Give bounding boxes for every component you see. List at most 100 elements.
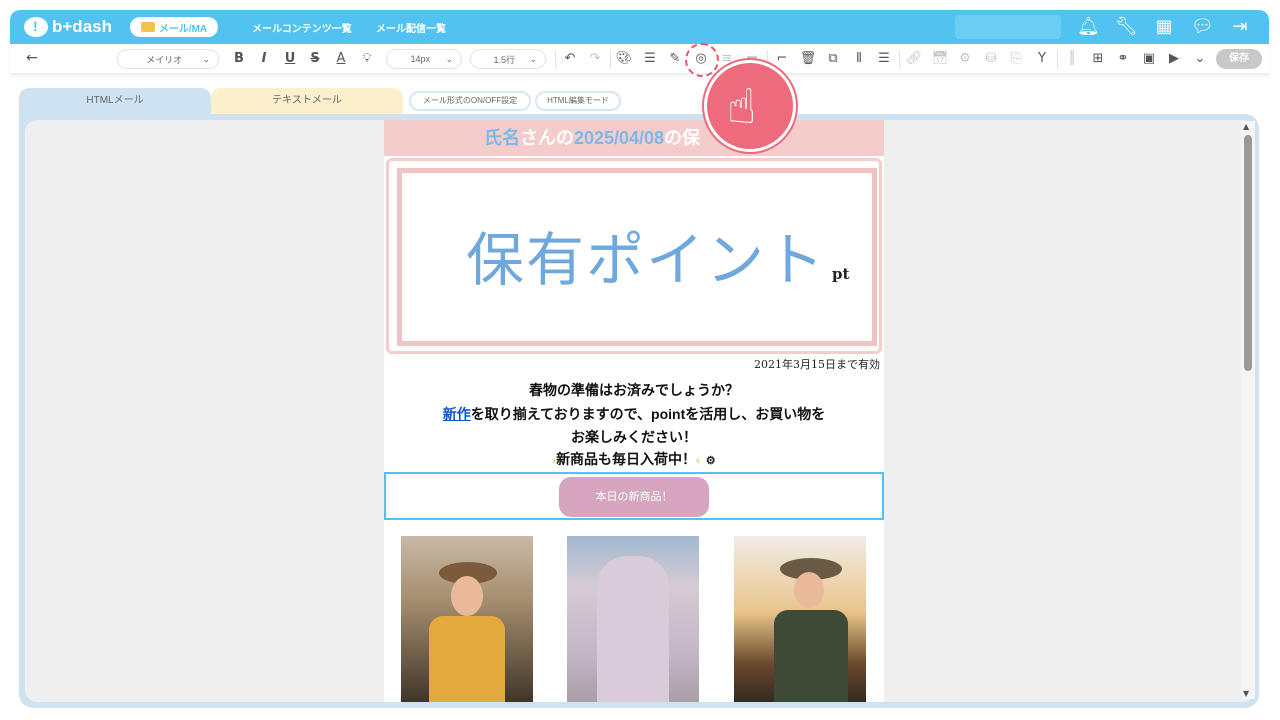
copy-icon[interactable]: ⧉ [824, 50, 842, 68]
mail-ma-menu[interactable]: メール/MA [130, 17, 218, 37]
point-box[interactable]: 保有ポイント pt [386, 158, 882, 354]
message-line-1: 春物の準備はお済みでしょうか？ [529, 382, 739, 398]
rows-icon[interactable]: ☰ [875, 50, 893, 68]
toolbar-divider [1057, 50, 1058, 68]
toolbar-divider [899, 50, 900, 68]
pointer-hand-icon: ☝ [704, 60, 796, 152]
strikethrough-icon[interactable]: S [306, 50, 324, 68]
click-highlight-ring [685, 43, 719, 77]
top-header: b+dash メール/MA メールコンテンツ一覧 メール配信一覧 🔔︎ 🔧︎ ▦… [10, 10, 1269, 44]
contact-icon[interactable]: ▣ [1140, 50, 1158, 68]
bold-icon[interactable]: B [230, 50, 248, 68]
message-line-4-text: 新商品も毎日入荷中！ [556, 451, 697, 467]
toolbar-divider [610, 50, 611, 68]
font-family-select[interactable]: メイリオ ⌄ [117, 49, 219, 69]
point-unit: pt [832, 265, 850, 283]
product-image-1[interactable] [401, 536, 533, 702]
tab-text-mail[interactable]: テキストメール [211, 88, 403, 114]
save-button[interactable]: 保存 [1216, 49, 1262, 69]
text-color-icon[interactable]: A [332, 50, 350, 68]
valid-until-text: 2021年3月15日まで有効 [754, 358, 880, 371]
scroll-thumb[interactable] [1244, 135, 1252, 371]
link-icon[interactable]: 🔗︎ [905, 50, 923, 68]
line-height-value: 1.5行 [493, 54, 515, 65]
header-mid: さんの [519, 128, 574, 148]
product-image-2[interactable] [567, 536, 699, 702]
logo-bubble-icon [24, 17, 48, 37]
email-header-banner[interactable]: 氏名さんの2025/04/08の保ポイ [384, 120, 884, 156]
face-shape [451, 576, 483, 616]
email-preview[interactable]: 氏名さんの2025/04/08の保ポイ 保有ポイント pt 2021年3月15日… [384, 120, 884, 702]
gear-icon[interactable]: ⚙ [706, 455, 716, 467]
chevron-down-icon: ⌄ [445, 53, 453, 64]
message-line-2-text: を取り揃えておりますので、pointを活用し、お買い物を [470, 406, 826, 422]
chain-icon[interactable]: ⚭ [1114, 50, 1132, 68]
selected-button-block[interactable]: 本日の新商品！ [384, 472, 884, 520]
logout-icon[interactable]: ⇥ [1229, 16, 1251, 38]
new-items-link[interactable]: 新作 [443, 406, 471, 422]
editor-toolbar: ← メイリオ ⌄ B I U S A 💡︎ 14px ⌄ 1.5行 ⌄ ↶ ↷ … [10, 44, 1269, 74]
more-chevron-icon[interactable]: ⌄ [1191, 50, 1209, 68]
barcode-icon[interactable]: ║ [1063, 50, 1081, 68]
chevron-down-icon: ⌄ [529, 53, 537, 64]
message-line-3: お楽しみください！ [571, 429, 697, 445]
message-line-4[interactable]: ›新商品も毎日入荷中！‹ ⚙ [384, 449, 884, 469]
line-height-select[interactable]: 1.5行 ⌄ [470, 49, 546, 69]
mail-icon [140, 22, 155, 32]
italic-icon[interactable]: I [255, 50, 273, 68]
settings-cog-icon[interactable]: ⚙ [956, 50, 974, 68]
mail-format-onoff-button[interactable]: メール形式のON/OFF設定 [409, 91, 531, 111]
font-size-select[interactable]: 14px ⌄ [386, 49, 462, 69]
face-shape [794, 572, 824, 608]
add-doc-icon[interactable]: ⎘ [1007, 50, 1025, 68]
database-icon[interactable]: ⛁ [982, 50, 1000, 68]
toolbar-divider [555, 50, 556, 68]
bell-icon[interactable]: 🔔︎ [1077, 16, 1100, 38]
undo-icon[interactable]: ↶ [561, 50, 579, 68]
header-actions: 🔔︎ 🔧︎ ▦ 💬︎ ⇥ [1077, 16, 1251, 38]
scroll-down-icon[interactable]: ▼ [1243, 689, 1249, 698]
html-edit-mode-button[interactable]: HTML編集モード [535, 91, 621, 111]
header-name: 氏名 [483, 128, 520, 148]
point-title: 保有ポイント [466, 226, 827, 294]
logo-text: b+dash [52, 17, 112, 36]
columns-icon[interactable]: ⦀ [850, 50, 868, 68]
video-icon[interactable]: ▶ [1165, 50, 1183, 68]
message-line-2: 新作を取り揃えておりますので、pointを活用し、お買い物を [384, 404, 884, 424]
scroll-up-icon[interactable]: ▲ [1243, 122, 1249, 131]
help-bubble-icon[interactable]: 💬︎ [1191, 16, 1214, 38]
font-size-value: 14px [410, 54, 430, 64]
font-family-value: メイリオ [146, 54, 183, 65]
product-image-3[interactable] [734, 536, 866, 702]
account-info [955, 15, 1061, 39]
nav-mail-contents[interactable]: メールコンテンツ一覧 [252, 20, 352, 35]
tab-html-mail[interactable]: HTMLメール [19, 88, 211, 114]
grid-icon[interactable]: ▦ [1153, 16, 1175, 38]
crop-icon[interactable]: ⌐ [773, 50, 791, 68]
nav-mail-delivery[interactable]: メール配信一覧 [376, 20, 446, 35]
new-products-button[interactable]: 本日の新商品！ [559, 477, 709, 517]
body-shape [429, 616, 505, 702]
bdash-logo[interactable]: b+dash [24, 16, 114, 38]
redo-icon[interactable]: ↷ [586, 50, 604, 68]
underline-icon[interactable]: U [281, 50, 299, 68]
trash-icon[interactable]: 🗑︎ [799, 50, 817, 68]
chevron-down-icon: ⌄ [202, 53, 210, 64]
back-arrow-icon[interactable]: ← [26, 50, 38, 66]
header-date: 2025/04/08 [573, 128, 665, 148]
chevron-left-icon: ‹ [696, 455, 700, 467]
mail-ma-label: メール/MA [158, 23, 208, 35]
hand-glyph: ☝ [727, 79, 757, 135]
point-box-inner: 保有ポイント pt [397, 168, 877, 346]
align-icon[interactable]: ☰ [641, 50, 659, 68]
body-shape [774, 610, 848, 702]
pen-icon[interactable]: ✎ [666, 50, 684, 68]
palette-icon[interactable]: 🎨︎ [615, 50, 633, 68]
calendar-icon[interactable]: 📅︎ [931, 50, 949, 68]
header-tail: の保 [664, 128, 701, 148]
vertical-scrollbar[interactable]: ▲ ▼ [1241, 121, 1255, 699]
wrench-icon[interactable]: 🔧︎ [1115, 16, 1138, 38]
add-block-icon[interactable]: ⊞ [1089, 50, 1107, 68]
highlight-icon[interactable]: 💡︎ [358, 50, 376, 68]
branch-icon[interactable]: Y [1033, 50, 1051, 68]
